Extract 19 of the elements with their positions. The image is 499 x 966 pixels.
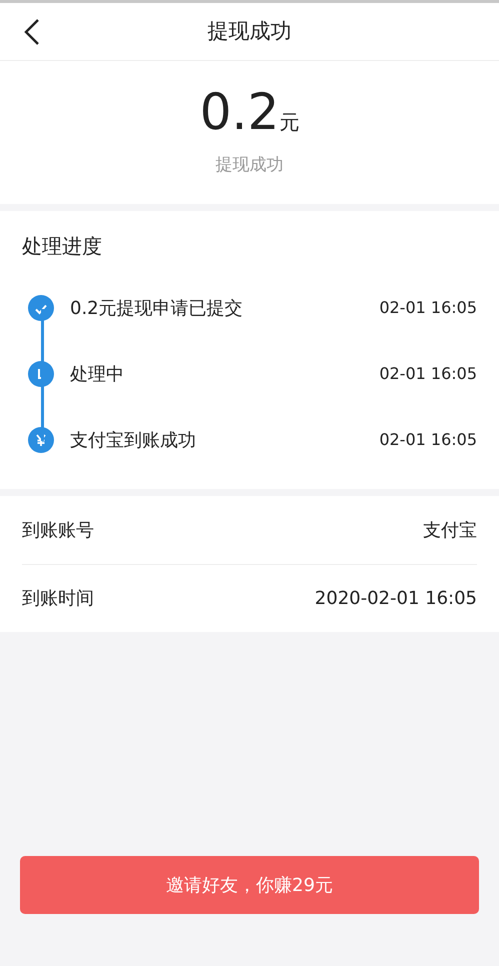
step-time: 02-01 16:05: [379, 297, 477, 319]
step-time: 02-01 16:05: [379, 429, 477, 451]
check-icon: [28, 295, 54, 321]
detail-value: 支付宝: [423, 518, 477, 542]
step-text: 处理中: [70, 362, 125, 386]
clock-icon: [28, 361, 54, 387]
section-title: 处理进度: [21, 233, 103, 260]
yen-icon: [28, 427, 54, 453]
step-text: 支付宝到账成功: [70, 428, 197, 452]
detail-value: 2020-02-01 16:05: [314, 587, 477, 611]
detail-label: 到账时间: [22, 587, 94, 611]
invite-button[interactable]: 邀请好友，你赚29元: [20, 856, 479, 914]
page-title: 提现成功: [208, 18, 292, 45]
step-text: 0.2元提现申请已提交: [70, 296, 244, 320]
status-text: 提现成功: [216, 154, 284, 177]
step-time: 02-01 16:05: [379, 363, 477, 385]
amount-value: 0.2: [200, 86, 280, 137]
amount-unit: 元: [279, 108, 300, 136]
detail-label: 到账账号: [22, 518, 94, 542]
